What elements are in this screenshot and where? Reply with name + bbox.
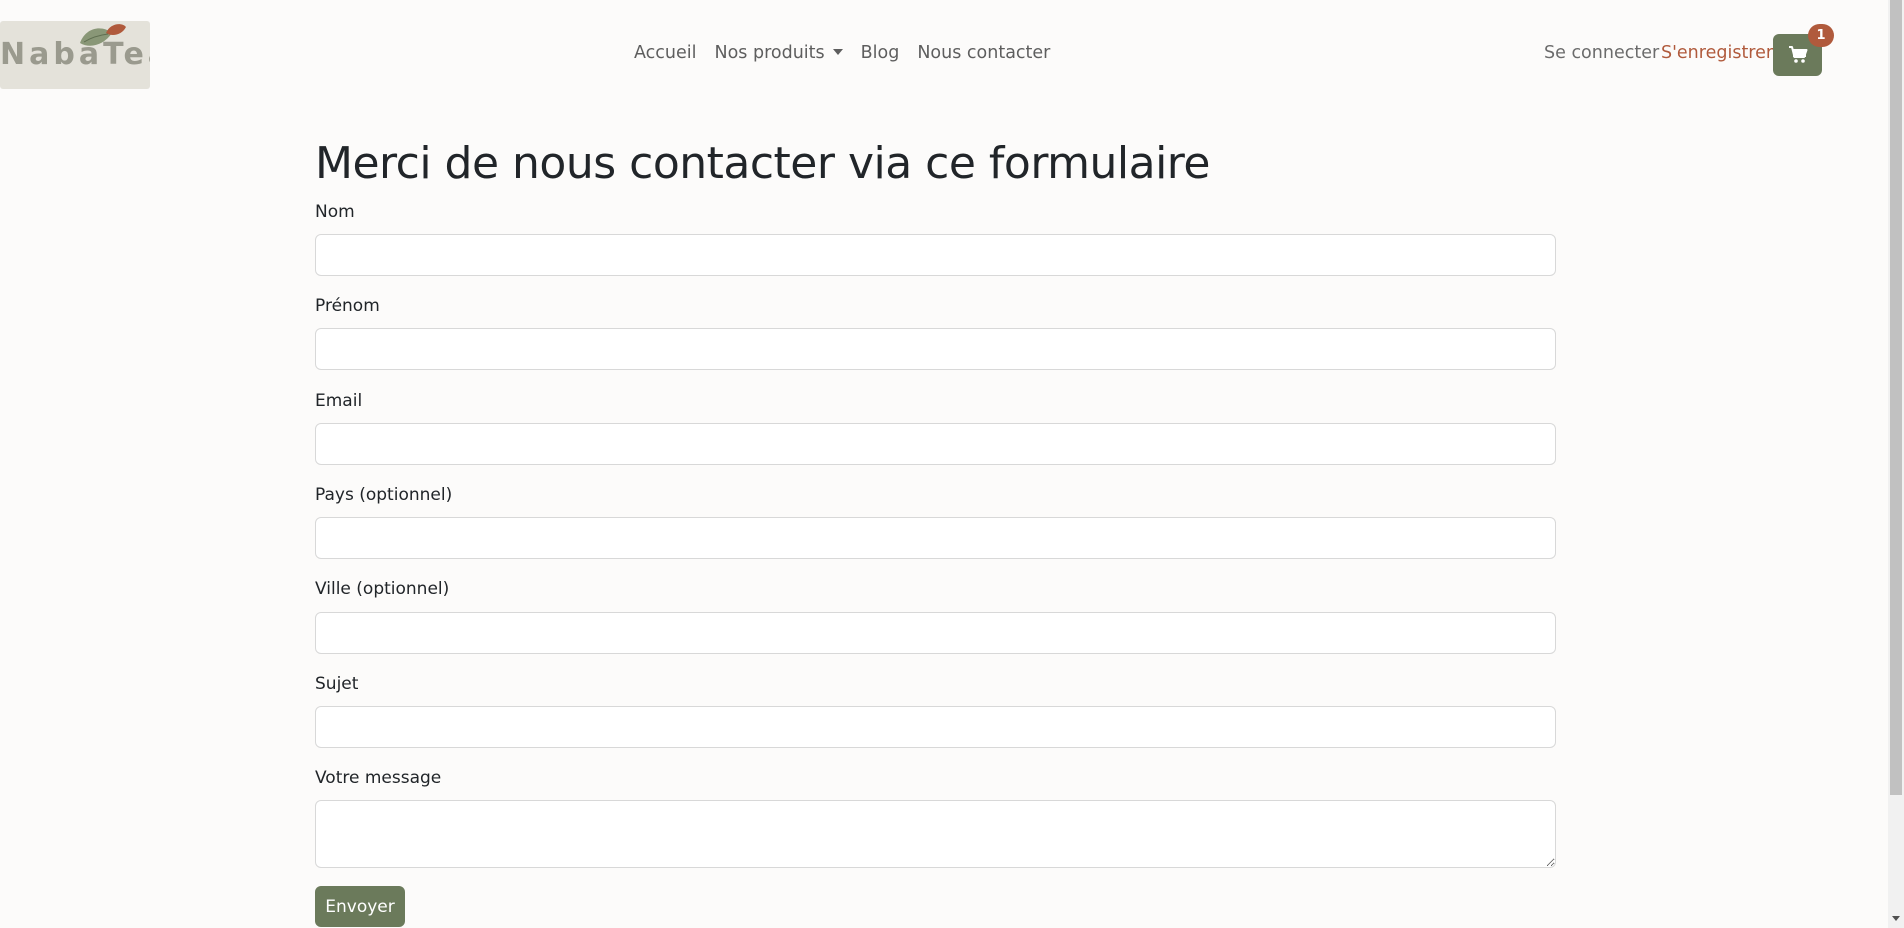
navbar: NabaTea Accueil Nos produits Blog Nous c… <box>0 0 1888 112</box>
nav-link-accueil[interactable]: Accueil <box>634 43 697 63</box>
submit-button[interactable]: Envoyer <box>315 886 405 927</box>
cart-count-badge: 1 <box>1808 24 1834 47</box>
leaf-icon <box>80 24 126 46</box>
main-nav: Accueil Nos produits Blog Nous contacter <box>634 43 1068 63</box>
message-textarea[interactable] <box>315 800 1556 868</box>
sujet-label: Sujet <box>315 674 359 694</box>
message-label: Votre message <box>315 768 442 788</box>
nav-dropdown-produits[interactable]: Nos produits <box>715 43 843 63</box>
nav-link-produits-label: Nos produits <box>714 43 825 63</box>
prenom-field[interactable] <box>315 328 1556 370</box>
email-field[interactable] <box>315 423 1556 465</box>
register-link[interactable]: S'enregistrer <box>1661 43 1773 63</box>
prenom-label: Prénom <box>315 296 380 316</box>
scroll-down-arrow-icon[interactable] <box>1892 916 1900 921</box>
caret-down-icon <box>832 49 843 55</box>
email-label: Email <box>315 391 363 411</box>
page-title: Merci de nous contacter via ce formulair… <box>315 138 1211 189</box>
scrollbar-thumb[interactable] <box>1890 0 1902 795</box>
login-link[interactable]: Se connecter <box>1544 43 1659 63</box>
pays-field[interactable] <box>315 517 1556 559</box>
cart-icon <box>1788 46 1807 63</box>
nom-label: Nom <box>315 202 355 222</box>
sujet-field[interactable] <box>315 706 1556 748</box>
nav-link-blog[interactable]: Blog <box>861 43 900 63</box>
nav-link-contact[interactable]: Nous contacter <box>917 43 1050 63</box>
nom-field[interactable] <box>315 234 1556 276</box>
ville-label: Ville (optionnel) <box>315 579 450 599</box>
ville-field[interactable] <box>315 612 1556 654</box>
brand-logo[interactable]: NabaTea <box>0 21 150 89</box>
pays-label: Pays (optionnel) <box>315 485 453 505</box>
